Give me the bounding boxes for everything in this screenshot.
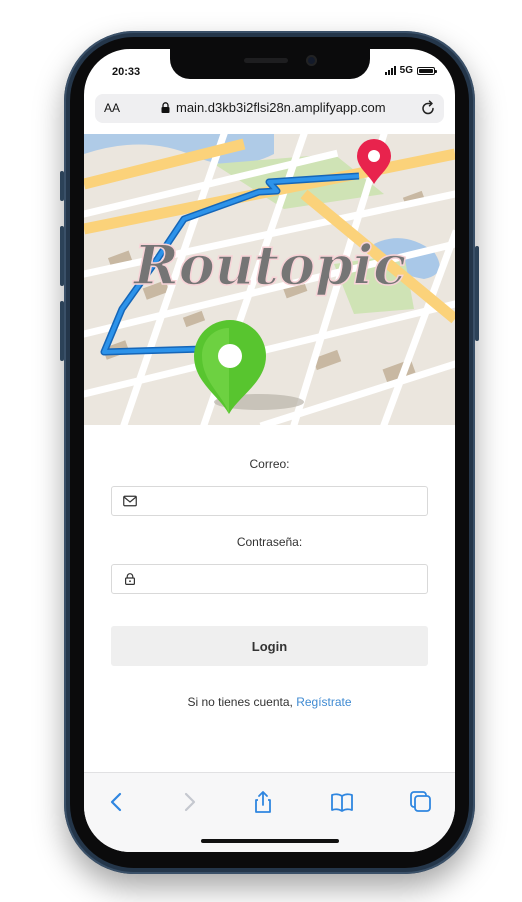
share-icon[interactable] <box>250 789 276 815</box>
map-banner: Routopic <box>84 134 455 425</box>
url-text[interactable]: main.d3kb3i2flsi28n.amplifyapp.com <box>176 100 386 115</box>
login-button[interactable]: Login <box>111 626 428 666</box>
tabs-icon[interactable] <box>408 789 434 815</box>
email-input[interactable] <box>142 487 426 517</box>
forward-icon[interactable] <box>176 789 202 815</box>
reload-icon[interactable] <box>420 100 436 116</box>
speaker <box>244 58 288 63</box>
password-input[interactable] <box>142 565 426 595</box>
email-field[interactable] <box>111 486 428 517</box>
password-label: Contraseña: <box>236 535 303 549</box>
notch <box>170 49 370 79</box>
padlock-icon <box>125 573 135 585</box>
camera-icon <box>306 55 317 66</box>
signup-prompt: Si no tienes cuenta, Regístrate <box>84 695 455 709</box>
mute-switch <box>60 171 64 201</box>
envelope-icon <box>123 495 137 507</box>
network-label: 5G <box>399 65 413 76</box>
status-time: 20:33 <box>112 66 141 78</box>
back-icon[interactable] <box>104 789 130 815</box>
app-logo-text: Routopic <box>132 233 406 297</box>
bookmarks-icon[interactable] <box>329 789 355 815</box>
volume-up-button <box>60 226 64 286</box>
lock-icon <box>161 102 170 113</box>
email-label: Correo: <box>249 457 290 471</box>
signup-text: Si no tienes cuenta, <box>187 695 297 709</box>
map-illustration: Routopic <box>84 134 455 425</box>
password-field[interactable] <box>111 564 428 595</box>
home-indicator[interactable] <box>201 839 339 843</box>
signal-icon <box>384 66 396 75</box>
volume-down-button <box>60 301 64 361</box>
status-indicators: 5G <box>384 65 437 76</box>
battery-icon <box>417 66 437 75</box>
address-bar[interactable]: AA main.d3kb3i2flsi28n.amplifyapp.com <box>95 94 444 123</box>
phone-screen: 20:33 5G AA main.d3kb3i2flsi28n.amplifya… <box>84 49 455 852</box>
signup-link[interactable]: Regístrate <box>296 695 351 709</box>
power-button <box>475 246 479 341</box>
text-size-button[interactable]: AA <box>104 101 120 115</box>
